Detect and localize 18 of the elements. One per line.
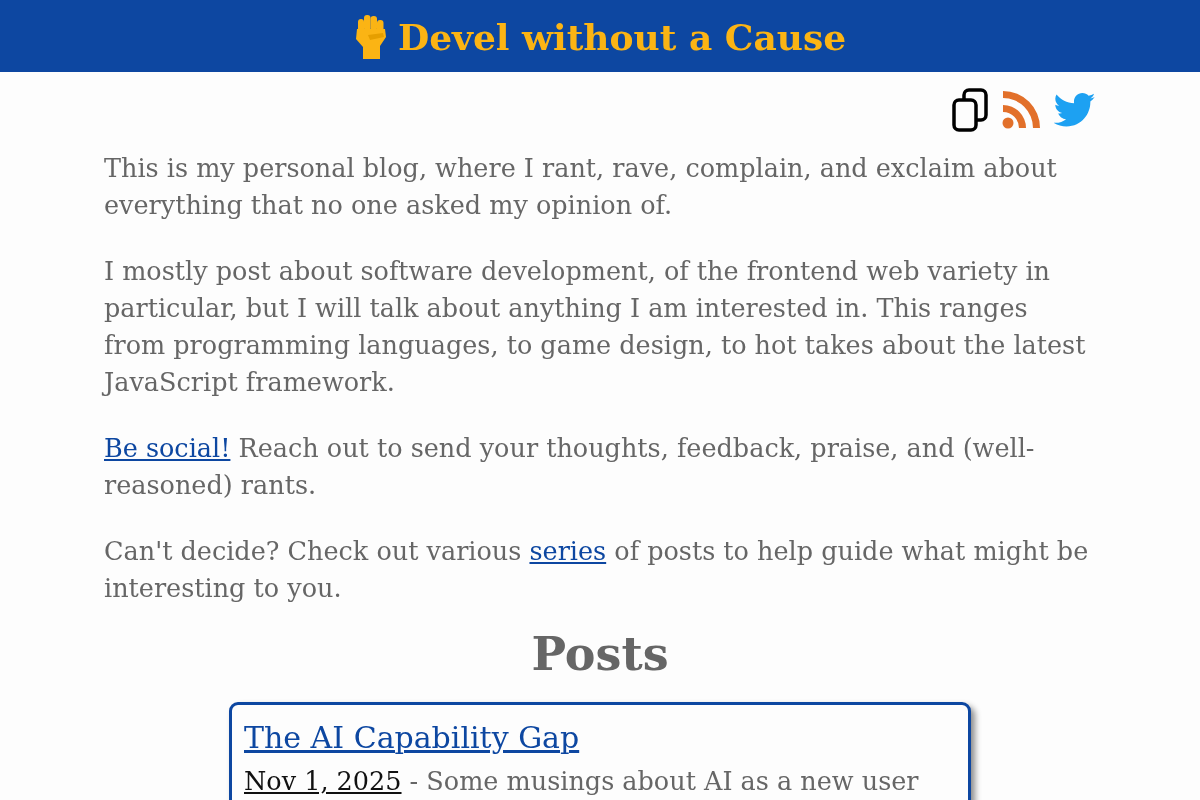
- post-date-link[interactable]: Nov 1, 2025: [244, 766, 402, 796]
- raised-fist-icon: [353, 13, 388, 59]
- intro-paragraph: Be social! Reach out to send your thoughts, feedback, praise, and (well-reasoned) rants.: [104, 432, 1036, 502]
- post-summary: Nov 1, 2025 - Some musings about AI as a new user: [244, 766, 920, 796]
- copy-link[interactable]: [952, 88, 988, 132]
- text-link[interactable]: series: [529, 536, 607, 566]
- site-title: Devel without a Cause: [397, 17, 847, 55]
- intro-paragraph: I mostly post about software development, of the frontend web variety in particular, but I will talk about anything I am interested in. This ranges from programming languages, to game design, to hot takes about the latest JavaScript framework.: [104, 255, 1087, 399]
- posts-heading: Posts: [530, 626, 670, 682]
- rss-feed-icon: [1002, 91, 1040, 129]
- intro-paragraph: Can't decide? Check out various series of posts to help guide what might be interesting to you.: [104, 535, 1090, 605]
- copy-icon: [952, 88, 988, 132]
- rss-link[interactable]: [1002, 91, 1040, 129]
- bird-link[interactable]: [1054, 93, 1096, 127]
- post-title-link[interactable]: The AI Capability Gap: [244, 718, 580, 758]
- text-link[interactable]: Be social!: [104, 433, 231, 463]
- intro-paragraph: This is my personal blog, where I rant, rave, complain, and exclaim about everything that no one asked my opinion of.: [104, 152, 1058, 222]
- bird-icon: [1054, 93, 1096, 127]
